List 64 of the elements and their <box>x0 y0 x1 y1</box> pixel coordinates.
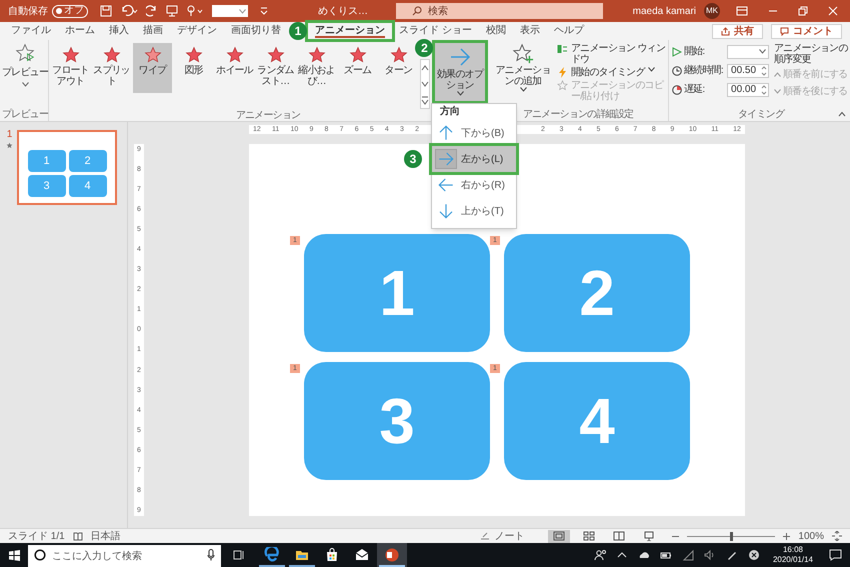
thumbnail-shape: 3 <box>28 175 66 197</box>
group-label: アニメーションの詳細設定 <box>522 108 634 121</box>
animation-option[interactable]: ランダムスト… <box>256 43 296 93</box>
animation-option[interactable]: 図形 <box>174 43 214 93</box>
menu-item[interactable]: 下から(B) <box>432 120 516 146</box>
comment-button[interactable]: コメント <box>771 24 842 38</box>
reorder-button: 順番を前にする <box>774 67 850 82</box>
menu-item[interactable]: 右から(R) <box>432 172 516 198</box>
thumbnail-shape: 2 <box>68 150 106 172</box>
ribbon-tab[interactable]: アニメーション <box>308 23 392 39</box>
reorder-title: アニメーションの順序変更 <box>774 43 849 65</box>
callout-badge: 2 <box>415 39 434 57</box>
ribbon-tab[interactable]: デザイン <box>170 23 224 39</box>
slide-number: 1 <box>6 130 12 140</box>
animation-option[interactable]: スプリット <box>92 43 132 93</box>
time-field[interactable]: 00.00 <box>727 82 770 96</box>
reorder-button: 順番を後にする <box>774 84 850 99</box>
animation-option[interactable]: ワイプ <box>133 43 172 93</box>
thumbnail-shape: 1 <box>28 150 66 172</box>
search-field[interactable]: 検索 <box>396 3 603 19</box>
time-field[interactable]: 00.50 <box>727 64 770 78</box>
clock-time[interactable]: 16:08 <box>782 545 803 555</box>
menu-item[interactable]: 左から(L) <box>432 146 516 172</box>
field-label: 遅延: <box>684 83 706 97</box>
add-animation-button[interactable]: アニメーションの追加 <box>491 43 556 92</box>
group-label: アニメーション <box>236 109 300 122</box>
ribbon-tab[interactable]: 校閲 <box>478 23 513 39</box>
ribbon-tab[interactable]: 描画 <box>136 23 170 39</box>
animation-option[interactable]: 縮小および… <box>297 43 336 93</box>
zoom-percent[interactable]: 100% <box>798 528 824 544</box>
language-label: 日本語 <box>90 530 121 544</box>
menu-header: 方向 <box>439 104 462 119</box>
ribbon-command[interactable]: 開始のタイミング <box>557 67 666 78</box>
animation-option[interactable]: ズーム <box>338 43 378 93</box>
clock-date[interactable]: 2020/01/14 <box>772 555 813 565</box>
user-name: maeda kamari <box>632 4 696 18</box>
field-label: 開始: <box>684 45 706 59</box>
callout-badge: 1 <box>289 22 307 40</box>
animation-option[interactable]: フロートアウト <box>51 43 90 93</box>
preview-button[interactable]: プレビュー <box>2 43 48 87</box>
field-label: 継続時間: <box>684 64 724 78</box>
effect-options-button[interactable]: 効果のオプション <box>435 43 486 101</box>
ribbon-command: アニメーションのコピー/貼り付け <box>557 80 666 102</box>
ribbon-tab[interactable]: ファイル <box>4 23 58 39</box>
autosave-toggle[interactable]: オフ <box>52 4 88 18</box>
ribbon-tab[interactable]: 表示 <box>512 23 547 39</box>
group-label: タイミング <box>738 108 784 121</box>
thumbnail-shape: 4 <box>68 175 106 197</box>
document-title: めくりス… <box>318 4 368 18</box>
slide-info: スライド 1/1 <box>8 530 65 544</box>
ribbon-tab[interactable]: スライド ショー <box>392 23 479 39</box>
ribbon-tab[interactable]: ホーム <box>58 23 102 39</box>
ribbon-tab[interactable]: 挿入 <box>102 23 136 39</box>
menu-item[interactable]: 上から(T) <box>432 198 516 224</box>
autosave-label: 自動保存 <box>8 4 48 18</box>
search-field[interactable]: ここに入力して検索 <box>28 544 221 567</box>
ribbon-tab[interactable]: ヘルプ <box>546 23 591 39</box>
ribbon-command[interactable]: アニメーション ウィンドウ <box>557 43 666 65</box>
share-button[interactable]: 共有 <box>712 24 763 38</box>
notes-button[interactable]: ノート <box>480 528 524 544</box>
group-label: プレビュー <box>2 108 48 121</box>
animation-option[interactable]: ホイール <box>215 43 254 93</box>
user-avatar[interactable]: MK <box>704 3 720 19</box>
ribbon-tab[interactable]: 画面切り替 <box>224 23 288 39</box>
